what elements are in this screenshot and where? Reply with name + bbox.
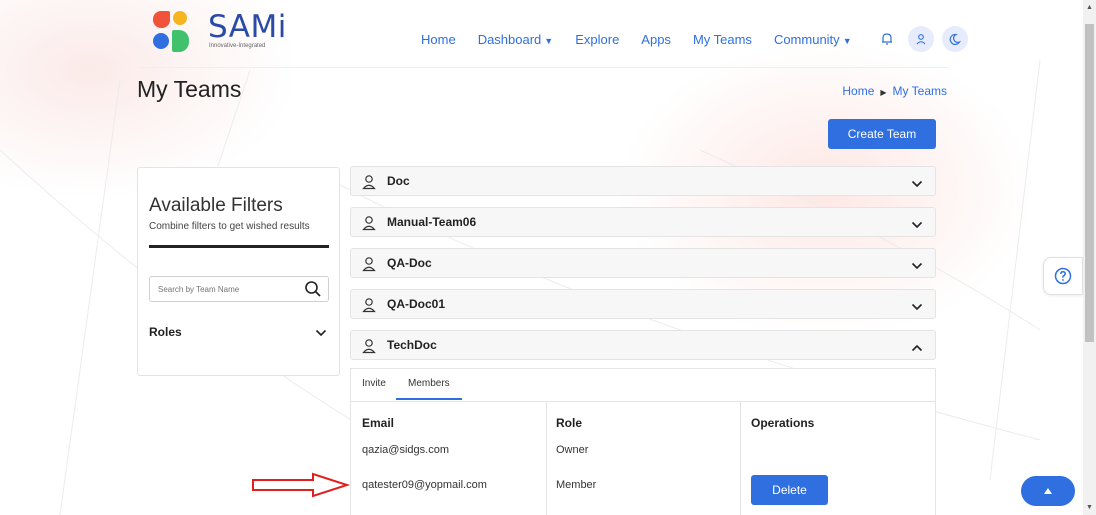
team-user-icon [362,256,376,277]
help-button[interactable] [1043,257,1083,295]
member-role: Member [556,479,597,491]
member-role: Owner [556,444,589,456]
nav-explore[interactable]: Explore [575,32,619,47]
create-team-button[interactable]: Create Team [828,119,936,149]
breadcrumb-home[interactable]: Home [842,84,874,98]
tab-invite[interactable]: Invite [362,378,386,389]
team-search-box [149,276,329,302]
scrollbar-thumb[interactable] [1085,24,1094,342]
nav-home[interactable]: Home [421,32,456,47]
chevron-down-icon[interactable] [315,325,327,343]
breadcrumb-current[interactable]: My Teams [893,84,947,98]
nav-dashboard[interactable]: Dashboard ▼ [478,32,554,47]
breadcrumb: Home ▶ My Teams [842,84,947,98]
team-members-panel: Invite Members Email Role Operations qaz… [350,368,936,515]
scroll-down-icon[interactable]: ▼ [1086,504,1093,511]
member-email: qatester09@yopmail.com [362,479,487,491]
team-row-techdoc[interactable]: TechDoc [350,330,936,360]
chevron-down-icon[interactable] [911,176,923,194]
team-user-icon [362,338,376,359]
chevron-up-icon[interactable] [911,340,923,358]
dark-mode-moon-icon[interactable] [941,26,968,52]
help-icon [1054,267,1072,285]
scroll-up-icon[interactable]: ▲ [1086,4,1093,11]
filters-panel: Available Filters Combine filters to get… [137,167,340,376]
team-row-qa-doc[interactable]: QA-Doc [350,248,936,278]
brand-logo[interactable]: SAMi Innovative-Integrated [153,9,286,57]
brand-name: SAMi [208,9,287,45]
column-header-email: Email [362,416,395,430]
chevron-down-icon: ▼ [544,35,554,46]
team-name: QA-Doc [387,256,432,270]
page-scrollbar[interactable]: ▲ ▼ [1083,0,1096,515]
nav-community[interactable]: Community ▼ [774,32,852,47]
team-panel-tabs: Invite Members [351,369,935,402]
caret-right-icon: ▶ [880,88,887,97]
chevron-down-icon: ▼ [842,35,852,46]
team-name: Manual-Team06 [387,215,477,229]
column-header-role: Role [556,416,583,430]
tab-members[interactable]: Members [396,378,462,400]
nav-community-label: Community [773,31,840,47]
roles-filter-label[interactable]: Roles [149,325,182,339]
team-row-qa-doc01[interactable]: QA-Doc01 [350,289,936,319]
arrow-up-icon [1044,488,1052,494]
nav-my-teams[interactable]: My Teams [693,32,752,47]
annotation-arrow-icon [252,472,351,498]
team-row-doc[interactable]: Doc [350,166,936,196]
team-user-icon [362,174,376,195]
chevron-down-icon[interactable] [911,299,923,317]
user-icon[interactable] [907,26,934,52]
team-name: QA-Doc01 [387,297,446,311]
filters-title: Available Filters [149,195,283,216]
bell-icon[interactable] [874,26,900,52]
chevron-down-icon[interactable] [911,258,923,276]
team-name: TechDoc [387,338,437,352]
member-email: qazia@sidgs.com [362,444,449,456]
top-nav: Home Dashboard ▼ Explore Apps My Teams Co… [421,26,976,52]
team-name: Doc [387,174,410,188]
page-title: My Teams [137,76,242,102]
column-header-operations: Operations [751,416,815,430]
filters-subtitle: Combine filters to get wished results [149,221,310,232]
header-divider [140,67,948,68]
column-divider [546,402,547,515]
members-table: Email Role Operations qazia@sidgs.com Ow… [351,402,935,515]
team-search-input[interactable] [150,277,300,301]
chevron-down-icon[interactable] [911,217,923,235]
column-divider [740,402,741,515]
team-row-manual-team06[interactable]: Manual-Team06 [350,207,936,237]
search-icon[interactable] [304,280,322,303]
brand-tagline: Innovative-Integrated [209,43,266,49]
team-user-icon [362,215,376,236]
nav-dashboard-label: Dashboard [477,31,542,47]
team-user-icon [362,297,376,318]
delete-member-button[interactable]: Delete [751,475,828,505]
filters-divider [149,245,329,248]
nav-apps[interactable]: Apps [641,32,671,47]
scroll-to-top-button[interactable] [1021,476,1075,506]
